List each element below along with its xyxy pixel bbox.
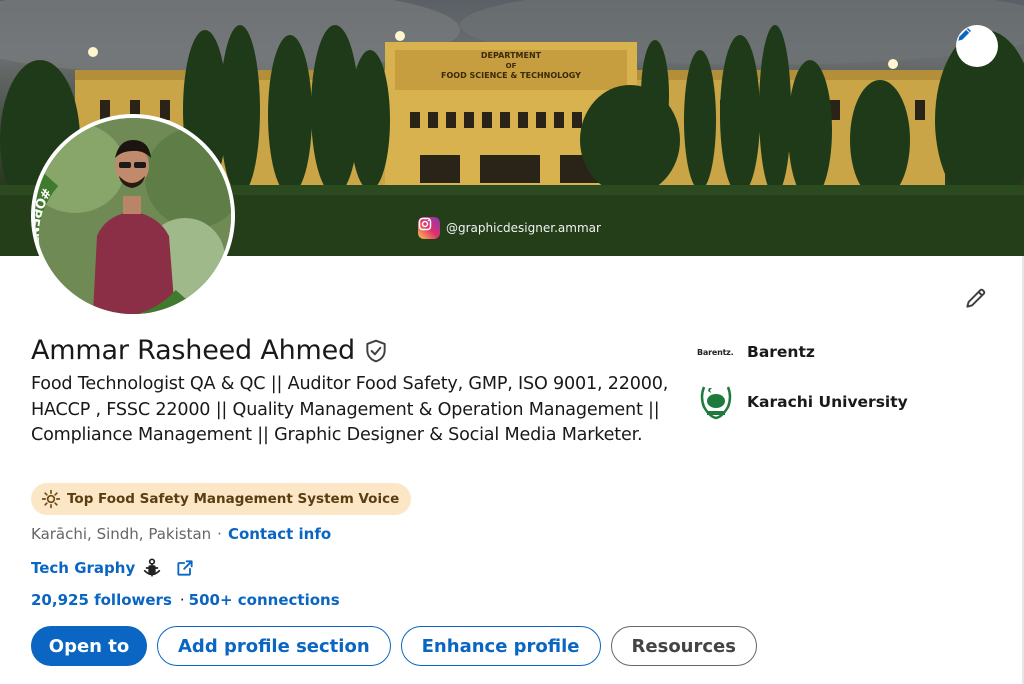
avatar: #OPENTOWORK	[35, 118, 231, 314]
name-row: Ammar Rasheed Ahmed	[31, 335, 389, 366]
edit-intro-button[interactable]	[958, 280, 994, 316]
university-logo	[697, 383, 735, 421]
current-company[interactable]: Barentz. Barentz	[697, 342, 815, 362]
pencil-icon	[966, 288, 986, 308]
connections-link[interactable]: 500+ connections	[189, 591, 340, 609]
add-profile-section-button[interactable]: Add profile section	[157, 626, 391, 666]
education-name: Karachi University	[747, 393, 908, 411]
external-link-icon[interactable]	[175, 558, 195, 578]
website-link[interactable]: Tech Graphy	[31, 559, 135, 577]
profile-card: DEPARTMENT OF FOOD SCIENCE & TECHNOLOGY	[0, 0, 1024, 684]
sun-icon	[41, 489, 61, 509]
shield-check-icon[interactable]	[363, 338, 389, 364]
location-row: Karāchi, Sindh, Pakistan · Contact info	[31, 525, 331, 543]
voice-badge[interactable]: Top Food Safety Management System Voice	[31, 483, 412, 515]
profile-headline: Food Technologist QA & QC || Auditor Foo…	[31, 374, 669, 445]
resources-button[interactable]: Resources	[610, 626, 757, 666]
location-text: Karāchi, Sindh, Pakistan	[31, 525, 212, 543]
instagram-icon	[418, 217, 440, 239]
separator: ·	[217, 525, 222, 543]
profile-photo[interactable]: #OPENTOWORK	[31, 114, 235, 318]
website-row: Tech Graphy	[31, 557, 195, 579]
website-emoji-icon	[144, 558, 161, 577]
followers-link[interactable]: 20,925 followers	[31, 591, 172, 609]
pencil-icon	[958, 28, 971, 41]
enhance-profile-button[interactable]: Enhance profile	[400, 626, 601, 666]
voice-badge-label: Top Food Safety Management System Voice	[67, 491, 400, 507]
barentz-logo: Barentz.	[697, 347, 734, 357]
company-name: Barentz	[747, 343, 815, 361]
sign-line-2: OF	[506, 62, 517, 70]
profile-name: Ammar Rasheed Ahmed	[31, 335, 355, 366]
profile-actions: Open to Add profile section Enhance prof…	[31, 626, 757, 666]
open-to-button[interactable]: Open to	[31, 626, 147, 666]
contact-info-link[interactable]: Contact info	[228, 525, 331, 543]
sign-line-1: DEPARTMENT	[481, 51, 542, 60]
separator: ·	[179, 591, 185, 609]
education[interactable]: Karachi University	[697, 383, 908, 421]
instagram-tag: @graphicdesigner.ammar	[418, 217, 601, 239]
network-row: 20,925 followers · 500+ connections	[31, 591, 340, 609]
sign-line-3: FOOD SCIENCE & TECHNOLOGY	[441, 71, 581, 80]
edit-banner-button[interactable]	[956, 25, 998, 67]
instagram-handle: @graphicdesigner.ammar	[446, 221, 601, 235]
